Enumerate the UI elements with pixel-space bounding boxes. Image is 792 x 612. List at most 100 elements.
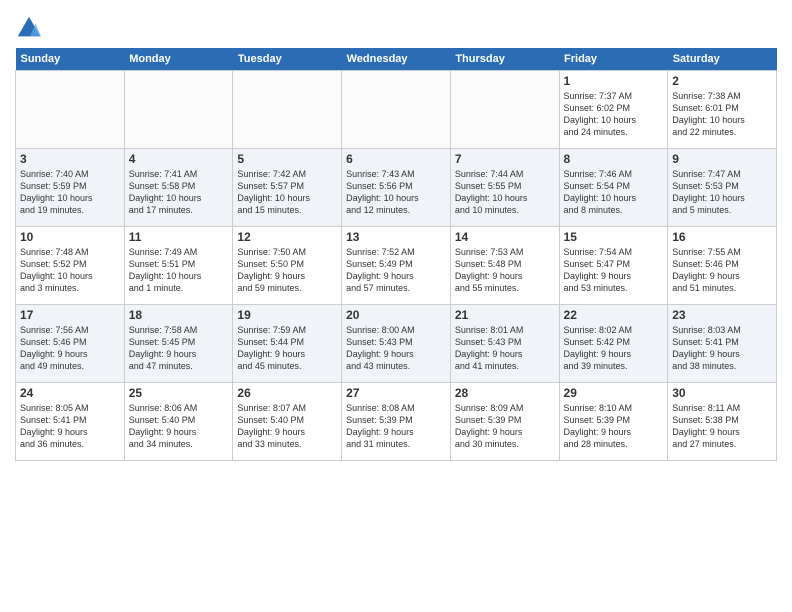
weekday-header-cell: Wednesday: [342, 48, 451, 71]
calendar-cell: 7 Sunrise: 7:44 AM Sunset: 5:55 PM Daylig…: [450, 149, 559, 227]
calendar-cell: 10 Sunrise: 7:48 AM Sunset: 5:52 PM Dayli…: [16, 227, 125, 305]
day-number: 6: [346, 152, 446, 166]
day-info: Sunrise: 7:37 AM Sunset: 6:02 PM Dayligh…: [564, 90, 664, 139]
calendar-cell: 20 Sunrise: 8:00 AM Sunset: 5:43 PM Dayli…: [342, 305, 451, 383]
day-info: Sunrise: 7:52 AM Sunset: 5:49 PM Dayligh…: [346, 246, 446, 295]
day-info: Sunrise: 8:08 AM Sunset: 5:39 PM Dayligh…: [346, 402, 446, 451]
calendar-week-row: 1Sunrise: 7:37 AM Sunset: 6:02 PM Daylig…: [16, 71, 777, 149]
day-info: Sunrise: 8:06 AM Sunset: 5:40 PM Dayligh…: [129, 402, 229, 451]
calendar-cell: 30Sunrise: 8:11 AM Sunset: 5:38 PM Dayli…: [668, 383, 777, 461]
day-info: Sunrise: 8:07 AM Sunset: 5:40 PM Dayligh…: [237, 402, 337, 451]
calendar-cell: 29 Sunrise: 8:10 AM Sunset: 5:39 PM Dayli…: [559, 383, 668, 461]
calendar-cell: 21 Sunrise: 8:01 AM Sunset: 5:43 PM Dayli…: [450, 305, 559, 383]
day-info: Sunrise: 7:48 AM Sunset: 5:52 PM Dayligh…: [20, 246, 120, 295]
calendar-cell: 6 Sunrise: 7:43 AM Sunset: 5:56 PM Daylig…: [342, 149, 451, 227]
calendar-cell: 3 Sunrise: 7:40 AM Sunset: 5:59 PM Daylig…: [16, 149, 125, 227]
weekday-header-cell: Sunday: [16, 48, 125, 71]
day-info: Sunrise: 7:53 AM Sunset: 5:48 PM Dayligh…: [455, 246, 555, 295]
day-info: Sunrise: 8:03 AM Sunset: 5:41 PM Dayligh…: [672, 324, 772, 373]
calendar-cell: [233, 71, 342, 149]
day-number: 7: [455, 152, 555, 166]
weekday-header-cell: Monday: [124, 48, 233, 71]
calendar-body: 1Sunrise: 7:37 AM Sunset: 6:02 PM Daylig…: [16, 71, 777, 461]
day-number: 15: [564, 230, 664, 244]
day-info: Sunrise: 7:44 AM Sunset: 5:55 PM Dayligh…: [455, 168, 555, 217]
day-info: Sunrise: 7:38 AM Sunset: 6:01 PM Dayligh…: [672, 90, 772, 139]
calendar-cell: 25 Sunrise: 8:06 AM Sunset: 5:40 PM Dayli…: [124, 383, 233, 461]
calendar-cell: [450, 71, 559, 149]
day-number: 27: [346, 386, 446, 400]
day-info: Sunrise: 7:42 AM Sunset: 5:57 PM Dayligh…: [237, 168, 337, 217]
day-info: Sunrise: 7:46 AM Sunset: 5:54 PM Dayligh…: [564, 168, 664, 217]
day-info: Sunrise: 8:00 AM Sunset: 5:43 PM Dayligh…: [346, 324, 446, 373]
day-number: 8: [564, 152, 664, 166]
day-number: 11: [129, 230, 229, 244]
day-info: Sunrise: 7:41 AM Sunset: 5:58 PM Dayligh…: [129, 168, 229, 217]
calendar-cell: 14Sunrise: 7:53 AM Sunset: 5:48 PM Dayli…: [450, 227, 559, 305]
day-number: 22: [564, 308, 664, 322]
day-number: 5: [237, 152, 337, 166]
day-number: 20: [346, 308, 446, 322]
day-number: 13: [346, 230, 446, 244]
calendar-cell: 19Sunrise: 7:59 AM Sunset: 5:44 PM Dayli…: [233, 305, 342, 383]
day-number: 16: [672, 230, 772, 244]
calendar-cell: 16 Sunrise: 7:55 AM Sunset: 5:46 PM Dayli…: [668, 227, 777, 305]
day-number: 29: [564, 386, 664, 400]
day-number: 25: [129, 386, 229, 400]
weekday-header-cell: Saturday: [668, 48, 777, 71]
calendar-cell: 18Sunrise: 7:58 AM Sunset: 5:45 PM Dayli…: [124, 305, 233, 383]
calendar-cell: 15 Sunrise: 7:54 AM Sunset: 5:47 PM Dayli…: [559, 227, 668, 305]
day-number: 17: [20, 308, 120, 322]
day-info: Sunrise: 8:01 AM Sunset: 5:43 PM Dayligh…: [455, 324, 555, 373]
calendar-cell: 27 Sunrise: 8:08 AM Sunset: 5:39 PM Dayli…: [342, 383, 451, 461]
calendar-cell: 28 Sunrise: 8:09 AM Sunset: 5:39 PM Dayli…: [450, 383, 559, 461]
day-info: Sunrise: 7:58 AM Sunset: 5:45 PM Dayligh…: [129, 324, 229, 373]
weekday-header-row: SundayMondayTuesdayWednesdayThursdayFrid…: [16, 48, 777, 71]
day-number: 26: [237, 386, 337, 400]
day-number: 23: [672, 308, 772, 322]
weekday-header-cell: Thursday: [450, 48, 559, 71]
day-info: Sunrise: 8:05 AM Sunset: 5:41 PM Dayligh…: [20, 402, 120, 451]
day-info: Sunrise: 7:54 AM Sunset: 5:47 PM Dayligh…: [564, 246, 664, 295]
weekday-header-cell: Friday: [559, 48, 668, 71]
day-info: Sunrise: 7:50 AM Sunset: 5:50 PM Dayligh…: [237, 246, 337, 295]
day-info: Sunrise: 8:02 AM Sunset: 5:42 PM Dayligh…: [564, 324, 664, 373]
calendar-container: SundayMondayTuesdayWednesdayThursdayFrid…: [0, 0, 792, 471]
day-number: 10: [20, 230, 120, 244]
day-info: Sunrise: 7:49 AM Sunset: 5:51 PM Dayligh…: [129, 246, 229, 295]
header-section: [15, 10, 777, 42]
day-number: 21: [455, 308, 555, 322]
calendar-cell: 9 Sunrise: 7:47 AM Sunset: 5:53 PM Daylig…: [668, 149, 777, 227]
day-info: Sunrise: 7:59 AM Sunset: 5:44 PM Dayligh…: [237, 324, 337, 373]
day-number: 9: [672, 152, 772, 166]
calendar-cell: 4 Sunrise: 7:41 AM Sunset: 5:58 PM Daylig…: [124, 149, 233, 227]
weekday-header-cell: Tuesday: [233, 48, 342, 71]
day-number: 24: [20, 386, 120, 400]
day-info: Sunrise: 7:56 AM Sunset: 5:46 PM Dayligh…: [20, 324, 120, 373]
day-number: 3: [20, 152, 120, 166]
calendar-cell: 12Sunrise: 7:50 AM Sunset: 5:50 PM Dayli…: [233, 227, 342, 305]
day-number: 4: [129, 152, 229, 166]
calendar-table: SundayMondayTuesdayWednesdayThursdayFrid…: [15, 48, 777, 461]
calendar-cell: 23 Sunrise: 8:03 AM Sunset: 5:41 PM Dayli…: [668, 305, 777, 383]
calendar-week-row: 24 Sunrise: 8:05 AM Sunset: 5:41 PM Dayli…: [16, 383, 777, 461]
day-number: 2: [672, 74, 772, 88]
day-info: Sunrise: 8:10 AM Sunset: 5:39 PM Dayligh…: [564, 402, 664, 451]
calendar-cell: 1Sunrise: 7:37 AM Sunset: 6:02 PM Daylig…: [559, 71, 668, 149]
calendar-cell: 2 Sunrise: 7:38 AM Sunset: 6:01 PM Daylig…: [668, 71, 777, 149]
day-info: Sunrise: 7:43 AM Sunset: 5:56 PM Dayligh…: [346, 168, 446, 217]
day-number: 28: [455, 386, 555, 400]
calendar-cell: 8 Sunrise: 7:46 AM Sunset: 5:54 PM Daylig…: [559, 149, 668, 227]
calendar-cell: [16, 71, 125, 149]
day-info: Sunrise: 8:09 AM Sunset: 5:39 PM Dayligh…: [455, 402, 555, 451]
day-info: Sunrise: 7:55 AM Sunset: 5:46 PM Dayligh…: [672, 246, 772, 295]
day-info: Sunrise: 7:40 AM Sunset: 5:59 PM Dayligh…: [20, 168, 120, 217]
day-info: Sunrise: 7:47 AM Sunset: 5:53 PM Dayligh…: [672, 168, 772, 217]
logo-icon: [15, 14, 43, 42]
calendar-cell: [342, 71, 451, 149]
calendar-week-row: 3 Sunrise: 7:40 AM Sunset: 5:59 PM Daylig…: [16, 149, 777, 227]
calendar-cell: 17 Sunrise: 7:56 AM Sunset: 5:46 PM Dayli…: [16, 305, 125, 383]
calendar-cell: 22 Sunrise: 8:02 AM Sunset: 5:42 PM Dayli…: [559, 305, 668, 383]
day-number: 30: [672, 386, 772, 400]
calendar-cell: [124, 71, 233, 149]
